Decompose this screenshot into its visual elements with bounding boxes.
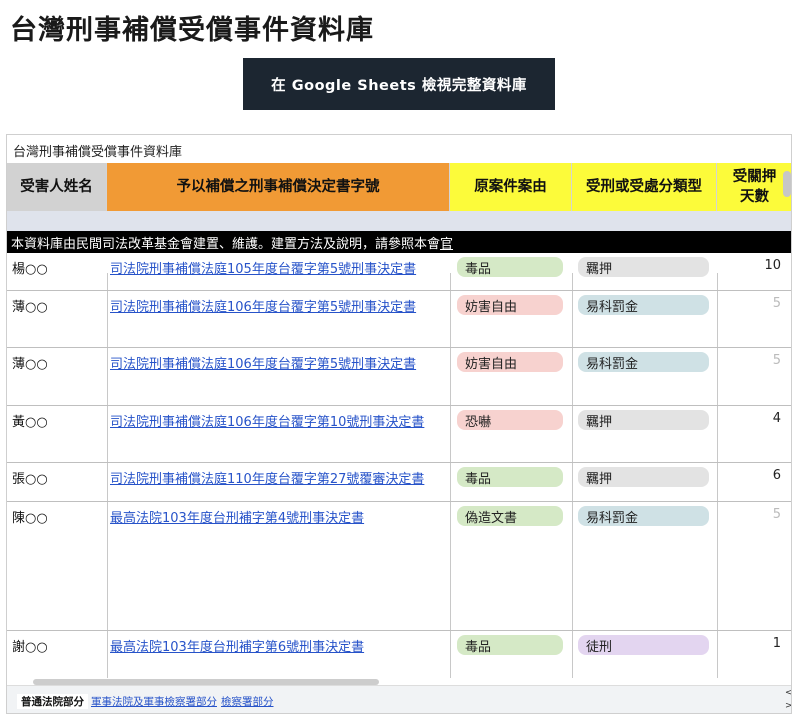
decision-link[interactable]: 司法院刑事補償法庭110年度台覆字第27號覆審決定書: [110, 468, 424, 487]
victim-name-cell: 謝○○: [12, 640, 48, 655]
sheet-title: 台灣刑事補償受償事件資料庫: [13, 145, 183, 160]
column-header-decision-number[interactable]: 予以補償之刑事補償決定書字號: [107, 163, 450, 211]
table-row: 薄○○ 司法院刑事補償法庭106年度台覆字第5號刑事決定書 妨害自由 易科罰金 …: [7, 291, 791, 348]
header-row: 受害人姓名 予以補償之刑事補償決定書字號 原案件案由 受刑或受處分類型 受關押 …: [7, 163, 791, 211]
table-row: 薄○○ 司法院刑事補償法庭106年度台覆字第5號刑事決定書 妨害自由 易科罰金 …: [7, 348, 791, 406]
decision-link[interactable]: 最高法院103年度台刑補字第4號刑事決定書: [110, 507, 364, 526]
detention-days-cell: 5: [772, 353, 781, 368]
punishment-type-chip: 羈押: [578, 410, 709, 430]
tab-scroll-left-icon[interactable]: <: [785, 688, 791, 698]
view-in-google-sheets-button[interactable]: 在 Google Sheets 檢視完整資料庫: [243, 58, 555, 110]
column-header-original-case[interactable]: 原案件案由: [450, 163, 572, 211]
victim-name-cell: 薄○○: [12, 357, 48, 372]
decision-link[interactable]: 司法院刑事補償法庭106年度台覆字第10號刑事決定書: [110, 411, 424, 430]
punishment-type-chip: 羈押: [578, 257, 709, 277]
punishment-type-chip: 易科罰金: [578, 506, 709, 526]
punishment-type-chip: 易科罰金: [578, 295, 709, 315]
embedded-spreadsheet: 台灣刑事補償受償事件資料庫 受害人姓名 予以補償之刑事補償決定書字號 原案件案由…: [6, 134, 792, 714]
tab-scroll-right-icon[interactable]: >: [785, 701, 791, 711]
case-chip: 毒品: [457, 635, 563, 655]
table-row: 張○○ 司法院刑事補償法庭110年度台覆字第27號覆審決定書 毒品 羈押 6: [7, 463, 791, 502]
victim-name-cell: 薄○○: [12, 300, 48, 315]
tab-ordinary-courts[interactable]: 普通法院部分: [17, 694, 88, 709]
decision-link[interactable]: 司法院刑事補償法庭106年度台覆字第5號刑事決定書: [110, 296, 416, 315]
case-chip: 毒品: [457, 467, 563, 487]
case-chip: 妨害自由: [457, 352, 563, 372]
decision-link[interactable]: 最高法院103年度台刑補字第6號刑事決定書: [110, 636, 364, 655]
vertical-scrollbar[interactable]: [783, 171, 791, 197]
detention-days-cell: 6: [772, 468, 781, 483]
table-row: 楊○○ 司法院刑事補償法庭105年度台覆字第5號刑事決定書 毒品 羈押 10: [7, 253, 791, 291]
case-chip: 恐嚇: [457, 410, 563, 430]
decision-link[interactable]: 司法院刑事補償法庭105年度台覆字第5號刑事決定書: [110, 258, 416, 277]
column-header-victim-name[interactable]: 受害人姓名: [7, 163, 107, 211]
page-title: 台灣刑事補償受償事件資料庫: [10, 15, 374, 46]
detention-days-cell: 10: [764, 258, 781, 273]
case-chip: 毒品: [457, 257, 563, 277]
column-header-detention-days[interactable]: 受關押 天數: [717, 163, 791, 211]
notice-text: 本資料庫由民間司法改革基金會建置、維護。建置方法及說明，請參照本會: [11, 236, 441, 252]
punishment-type-chip: 易科罰金: [578, 352, 709, 372]
data-grid[interactable]: 受害人姓名 予以補償之刑事補償決定書字號 原案件案由 受刑或受處分類型 受關押 …: [7, 163, 791, 678]
tab-prosecutors-office[interactable]: 檢察署部分: [221, 694, 274, 709]
case-chip: 偽造文書: [457, 506, 563, 526]
victim-name-cell: 黃○○: [12, 415, 48, 430]
victim-name-cell: 張○○: [12, 472, 48, 487]
tab-military-courts[interactable]: 軍事法院及軍事檢察署部分: [91, 694, 217, 709]
notice-banner: 本資料庫由民間司法改革基金會建置、維護。建置方法及說明，請參照本會官: [7, 231, 791, 253]
detention-days-cell: 5: [772, 507, 781, 522]
decision-link[interactable]: 司法院刑事補償法庭106年度台覆字第5號刑事決定書: [110, 353, 416, 372]
detention-days-cell: 4: [772, 411, 781, 426]
punishment-type-chip: 羈押: [578, 467, 709, 487]
detention-days-cell: 5: [772, 296, 781, 311]
column-header-punishment-type[interactable]: 受刑或受處分類型: [572, 163, 717, 211]
table-row: 陳○○ 最高法院103年度台刑補字第4號刑事決定書 偽造文書 易科罰金 5: [7, 502, 791, 631]
table-row: 黃○○ 司法院刑事補償法庭106年度台覆字第10號刑事決定書 恐嚇 羈押 4: [7, 406, 791, 463]
victim-name-cell: 陳○○: [12, 511, 48, 526]
sheet-tab-bar: 普通法院部分 軍事法院及軍事檢察署部分 檢察署部分 < >: [7, 685, 791, 713]
frozen-band: [7, 211, 791, 231]
detention-days-cell: 1: [772, 636, 781, 651]
punishment-type-chip: 徒刑: [578, 635, 709, 655]
table-row: 謝○○ 最高法院103年度台刑補字第6號刑事決定書 毒品 徒刑 1: [7, 631, 791, 678]
victim-name-cell: 楊○○: [12, 262, 48, 277]
case-chip: 妨害自由: [457, 295, 563, 315]
notice-link[interactable]: 官: [440, 233, 453, 252]
